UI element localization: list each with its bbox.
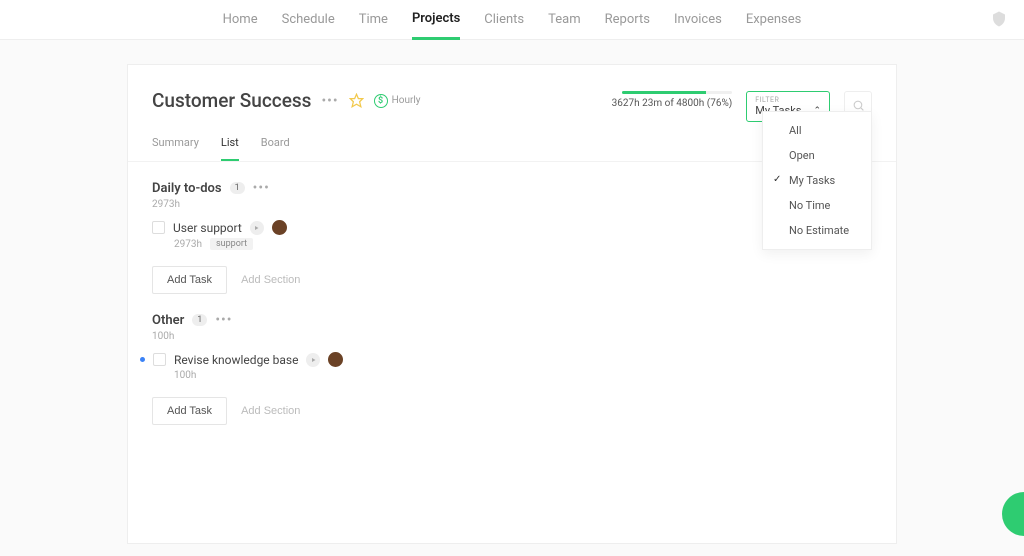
nav-clients[interactable]: Clients	[484, 1, 524, 38]
filter-option-notime[interactable]: No Time	[763, 193, 871, 218]
task-name[interactable]: Revise knowledge base	[174, 353, 298, 367]
progress-percent: (76%)	[707, 98, 732, 109]
task-name[interactable]: User support	[173, 221, 242, 235]
nav-team[interactable]: Team	[548, 1, 581, 38]
progress-widget: 3627h 23m of 4800h (76%)	[612, 91, 733, 109]
check-icon: ✓	[773, 174, 781, 185]
star-icon[interactable]	[349, 93, 364, 108]
project-card: Customer Success ••• $ Hourly 3627h 23m …	[127, 64, 897, 544]
filter-option-mytasks[interactable]: ✓My Tasks	[763, 168, 871, 193]
dollar-icon: $	[374, 94, 388, 108]
tab-summary[interactable]: Summary	[152, 136, 199, 161]
nav-expenses[interactable]: Expenses	[746, 1, 802, 38]
add-task-button[interactable]: Add Task	[152, 266, 227, 294]
nav-schedule[interactable]: Schedule	[282, 1, 335, 38]
section-count: 1	[230, 182, 245, 194]
task-tag: support	[210, 238, 253, 250]
nav-reports[interactable]: Reports	[605, 1, 650, 38]
avatar[interactable]	[272, 220, 287, 235]
task-time: 2973h	[174, 239, 202, 250]
rate-badge: $ Hourly	[374, 94, 421, 108]
filter-option-all[interactable]: All	[763, 118, 871, 143]
nav-invoices[interactable]: Invoices	[674, 1, 722, 38]
task-checkbox[interactable]	[153, 353, 166, 366]
progress-logged: 3627h 23m	[612, 98, 662, 109]
tab-list[interactable]: List	[221, 136, 239, 161]
nav-time[interactable]: Time	[359, 1, 388, 38]
filter-menu: All Open ✓My Tasks No Time No Estimate	[762, 111, 872, 250]
bell-icon[interactable]	[990, 10, 1008, 28]
avatar[interactable]	[328, 352, 343, 367]
play-icon[interactable]	[250, 221, 264, 235]
nav-home[interactable]: Home	[223, 1, 258, 38]
task-row[interactable]: Revise knowledge base	[152, 342, 872, 367]
progress-fill	[622, 91, 706, 94]
section-subtext: 100h	[152, 331, 872, 342]
section-title: Other	[152, 313, 184, 328]
task-checkbox[interactable]	[152, 221, 165, 234]
new-indicator-dot	[140, 357, 145, 362]
section-count: 1	[192, 314, 207, 326]
section-menu-icon[interactable]: •••	[215, 312, 232, 328]
fab-add[interactable]	[1002, 492, 1024, 536]
add-section-button[interactable]: Add Section	[241, 405, 300, 417]
play-icon[interactable]	[306, 353, 320, 367]
add-section-button[interactable]: Add Section	[241, 274, 300, 286]
filter-option-open[interactable]: Open	[763, 143, 871, 168]
add-task-button[interactable]: Add Task	[152, 397, 227, 425]
rate-type: Hourly	[392, 95, 421, 106]
section-menu-icon[interactable]: •••	[253, 180, 270, 196]
progress-budget: 4800h	[676, 98, 704, 109]
top-nav: Home Schedule Time Projects Clients Team…	[0, 0, 1024, 40]
tab-board[interactable]: Board	[261, 136, 290, 161]
section-title: Daily to-dos	[152, 181, 222, 196]
section-other: Other 1 ••• 100h Revise knowledge base 1…	[128, 294, 896, 425]
filter-label: FILTER	[755, 96, 821, 104]
nav-projects[interactable]: Projects	[412, 0, 460, 40]
filter-option-noestimate[interactable]: No Estimate	[763, 218, 871, 243]
task-time: 100h	[174, 370, 196, 381]
project-title: Customer Success	[152, 89, 311, 112]
more-menu-icon[interactable]: •••	[321, 93, 338, 109]
